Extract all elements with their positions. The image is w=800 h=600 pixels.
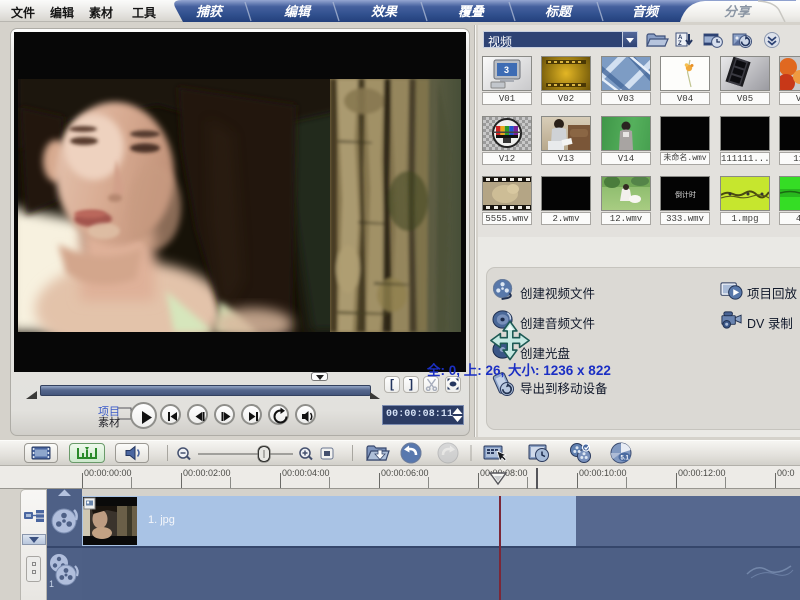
svg-text:覆叠: 覆叠 bbox=[458, 1, 486, 20]
svg-text:捕获: 捕获 bbox=[196, 1, 225, 20]
svg-text:5.1: 5.1 bbox=[621, 456, 630, 462]
svg-text:音频: 音频 bbox=[632, 1, 661, 20]
svg-text:标题: 标题 bbox=[545, 1, 574, 20]
svg-text:编辑: 编辑 bbox=[284, 1, 312, 20]
svg-text:3: 3 bbox=[504, 65, 509, 75]
svg-text:分享: 分享 bbox=[724, 1, 752, 20]
svg-text:1: 1 bbox=[49, 579, 54, 589]
svg-text:Z: Z bbox=[678, 41, 682, 47]
svg-text:效果: 效果 bbox=[371, 1, 398, 20]
